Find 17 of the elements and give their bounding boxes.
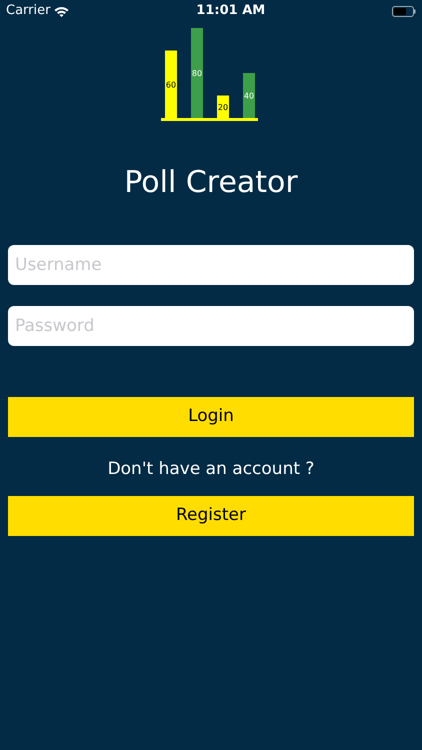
bar-value-label: 60: [166, 80, 176, 90]
chart-bar: [165, 50, 177, 118]
input-field[interactable]: Username: [8, 245, 414, 285]
clock: 11:01 AM: [196, 2, 266, 20]
register-button[interactable]: Register: [8, 496, 414, 536]
login-button[interactable]: Login: [8, 397, 414, 437]
chart-bar: [217, 96, 229, 118]
register-prompt: Don't have an account ?: [108, 459, 314, 479]
wifi-icon: [54, 6, 70, 16]
battery-icon: [392, 6, 416, 16]
bar-value-label: 20: [218, 102, 228, 112]
chart-bar: [243, 73, 255, 118]
input-field[interactable]: Password: [8, 306, 414, 346]
bar-value-label: 80: [192, 69, 202, 78]
app-title: Poll Creator: [124, 164, 298, 202]
carrier-label: Carrier: [6, 2, 50, 20]
bar-value-label: 40: [244, 92, 254, 100]
